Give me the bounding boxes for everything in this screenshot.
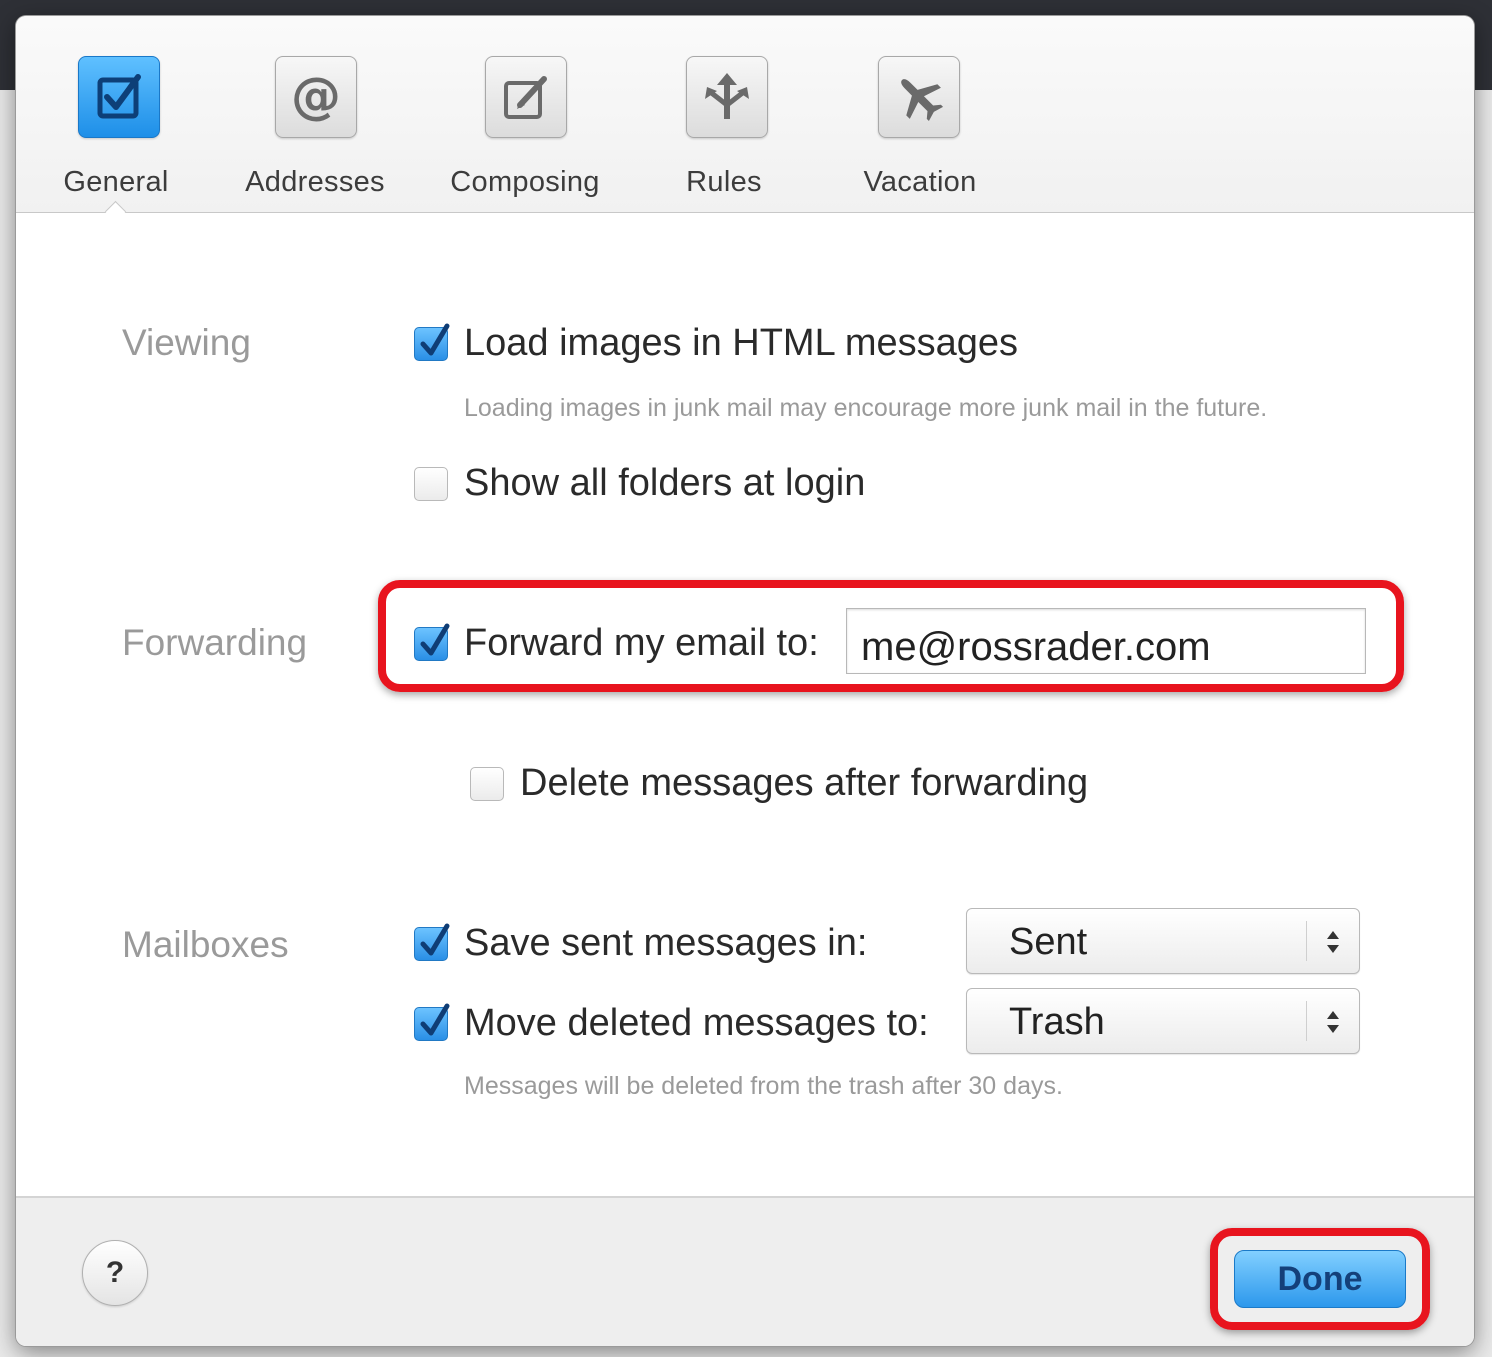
svg-text:@: @ [291, 67, 341, 125]
compose-icon [485, 56, 567, 138]
active-tab-pointer [104, 200, 127, 223]
tab-label: General [63, 166, 169, 198]
move-deleted-option[interactable]: Move deleted messages to: [414, 1002, 929, 1045]
select-arrows-icon [1323, 925, 1343, 964]
checkbox-icon [78, 56, 160, 138]
trash-retention-hint: Messages will be deleted from the trash … [464, 1072, 1063, 1100]
done-button[interactable]: Done [1234, 1250, 1406, 1308]
select-arrows-icon [1323, 1005, 1343, 1044]
tab-vacation[interactable]: Vacation [840, 16, 1000, 212]
tab-rules[interactable]: Rules [644, 16, 804, 212]
tab-label: Composing [450, 166, 600, 198]
load-images-checkbox[interactable] [414, 323, 450, 361]
tab-composing[interactable]: Composing [440, 16, 610, 212]
load-images-hint: Loading images in junk mail may encourag… [464, 394, 1268, 422]
forward-option[interactable]: Forward my email to: [414, 622, 819, 665]
save-sent-option[interactable]: Save sent messages in: [414, 922, 867, 965]
sent-mailbox-value: Sent [1009, 921, 1088, 963]
save-sent-label: Save sent messages in: [464, 922, 868, 964]
rules-icon [686, 56, 768, 138]
load-images-label: Load images in HTML messages [464, 322, 1019, 364]
move-deleted-checkbox[interactable] [414, 1003, 450, 1041]
tab-addresses[interactable]: @ Addresses [230, 16, 400, 212]
section-label-forwarding: Forwarding [122, 622, 308, 663]
select-divider [1306, 921, 1307, 961]
delete-after-forwarding-label: Delete messages after forwarding [520, 762, 1089, 804]
section-label-viewing: Viewing [122, 322, 251, 363]
forward-checkbox[interactable] [414, 623, 450, 661]
airplane-icon [878, 56, 960, 138]
tab-label: Vacation [863, 166, 977, 198]
forward-address-input[interactable]: me@rossrader.com [846, 608, 1366, 674]
show-folders-option[interactable]: Show all folders at login [414, 462, 865, 505]
delete-after-forwarding-checkbox[interactable] [470, 766, 504, 801]
forward-label: Forward my email to: [464, 622, 819, 664]
preferences-toolbar: General @ Addresses Composing Rules Vaca… [16, 16, 1474, 223]
help-button[interactable]: ? [82, 1240, 148, 1306]
load-images-option[interactable]: Load images in HTML messages [414, 322, 1018, 365]
save-sent-checkbox[interactable] [414, 923, 450, 961]
delete-after-forwarding-option[interactable]: Delete messages after forwarding [470, 762, 1088, 805]
at-sign-icon: @ [275, 56, 357, 138]
sent-mailbox-select[interactable]: Sent [966, 908, 1360, 974]
trash-mailbox-value: Trash [1009, 1001, 1105, 1043]
move-deleted-label: Move deleted messages to: [464, 1002, 929, 1044]
section-label-mailboxes: Mailboxes [122, 924, 289, 965]
show-folders-checkbox[interactable] [414, 466, 448, 501]
select-divider [1306, 1001, 1307, 1041]
dialog-footer: ? Done [16, 1196, 1474, 1346]
tab-label: Rules [686, 166, 762, 198]
tab-general[interactable]: General [56, 16, 176, 223]
show-folders-label: Show all folders at login [464, 462, 866, 504]
trash-mailbox-select[interactable]: Trash [966, 988, 1360, 1054]
preferences-dialog: General @ Addresses Composing Rules Vaca… [16, 16, 1474, 1346]
tab-label: Addresses [245, 166, 385, 198]
